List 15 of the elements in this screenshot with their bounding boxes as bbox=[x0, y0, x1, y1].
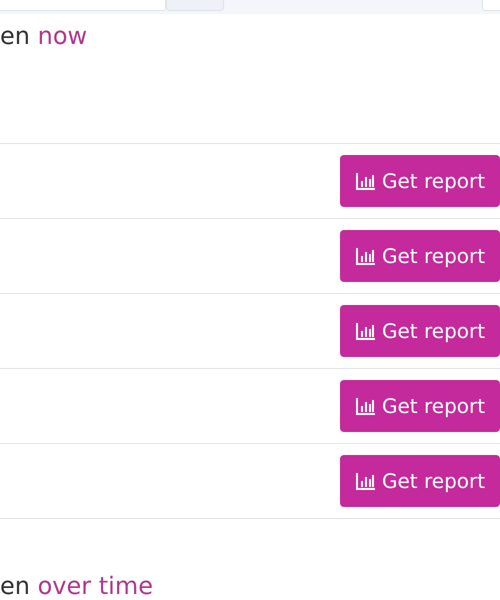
get-report-button[interactable]: Get report bbox=[340, 455, 500, 507]
bar-chart-icon bbox=[356, 172, 376, 190]
input-field[interactable] bbox=[482, 0, 500, 11]
bar-chart-icon bbox=[356, 247, 376, 265]
bar-chart-icon bbox=[356, 472, 376, 490]
toolbar-button[interactable] bbox=[166, 0, 224, 11]
section-heading: en now bbox=[0, 21, 88, 52]
section-heading: en over time bbox=[0, 571, 154, 600]
get-report-button[interactable]: Get report bbox=[340, 305, 500, 357]
input-field[interactable] bbox=[0, 0, 166, 11]
get-report-button[interactable]: Get report bbox=[340, 155, 500, 207]
bar-chart-icon bbox=[356, 397, 376, 415]
get-report-button[interactable]: Get report bbox=[340, 380, 500, 432]
get-report-button[interactable]: Get report bbox=[340, 230, 500, 282]
bar-chart-icon bbox=[356, 322, 376, 340]
